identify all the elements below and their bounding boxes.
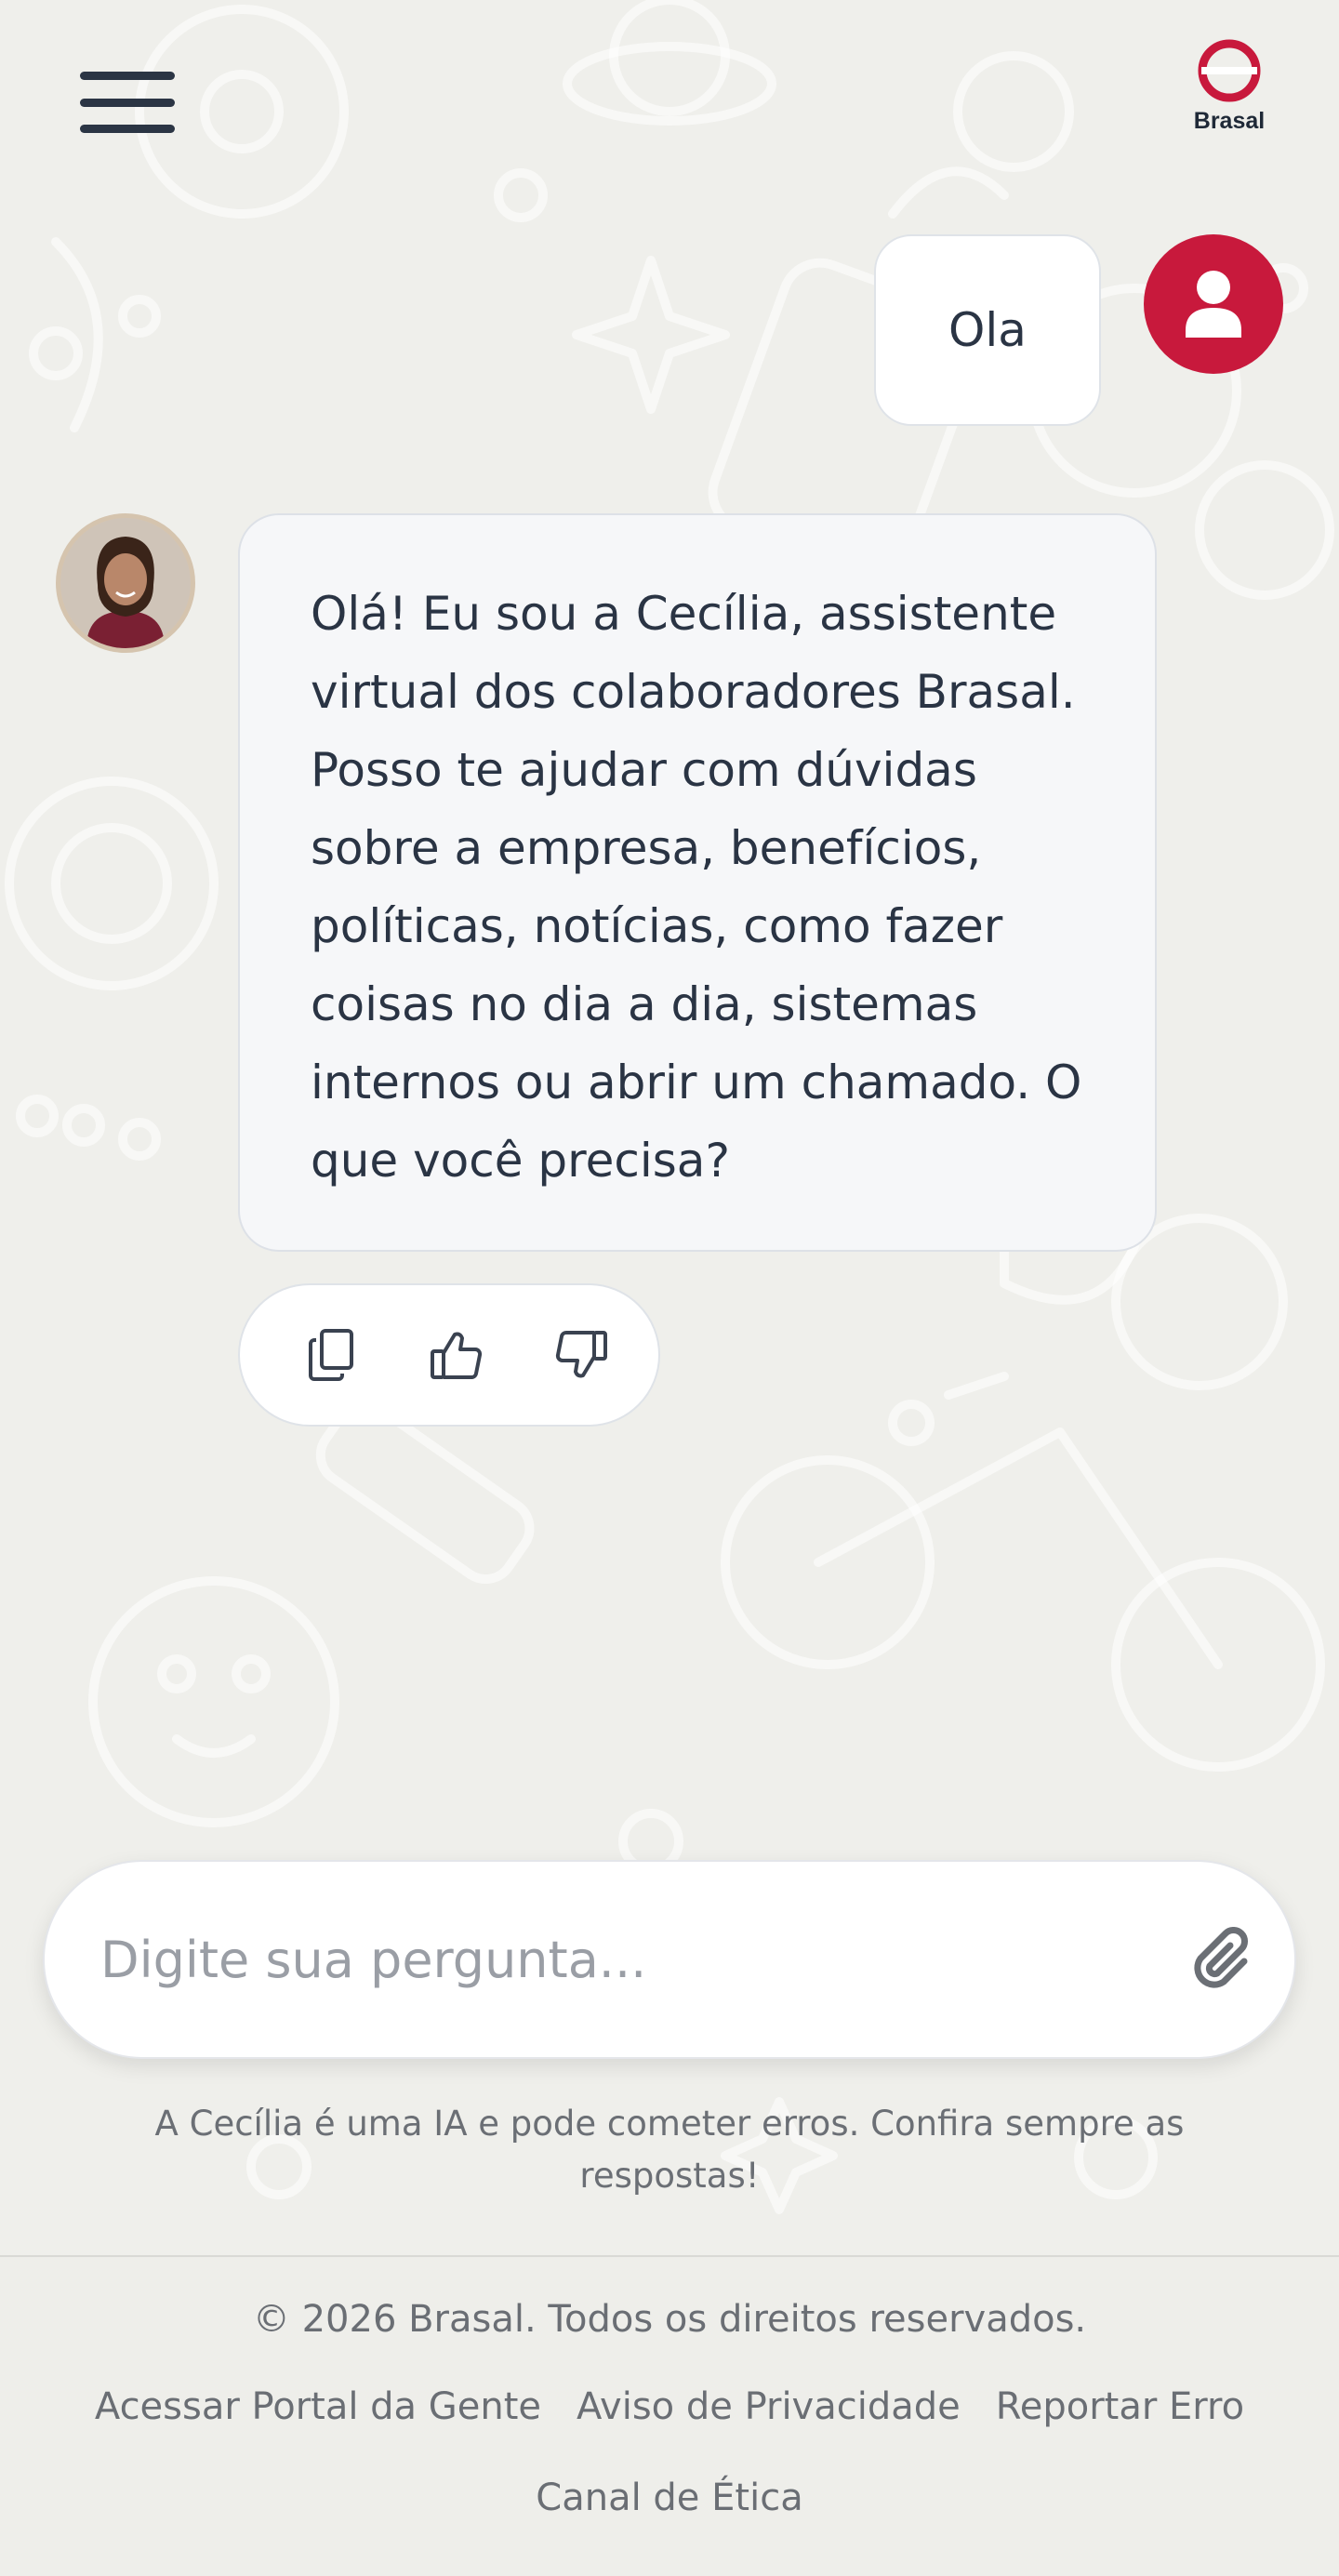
header: Brasal xyxy=(0,0,1339,167)
dislike-button[interactable] xyxy=(549,1322,614,1388)
thumbs-up-icon xyxy=(431,1332,483,1379)
question-input-bar xyxy=(43,1860,1296,2059)
paperclip-icon xyxy=(1194,1927,1248,1988)
user-message-row: Ola xyxy=(874,234,1283,426)
link-reportar-erro[interactable]: Reportar Erro xyxy=(996,2382,1244,2432)
brasal-logo[interactable]: Brasal xyxy=(1183,37,1276,139)
user-icon xyxy=(1186,271,1241,338)
menu-bar xyxy=(80,98,175,107)
copy-icon xyxy=(309,1329,353,1381)
user-message-text: Ola xyxy=(948,303,1027,357)
logo-text: Brasal xyxy=(1193,108,1266,134)
bot-message-text: Olá! Eu sou a Cecília, assistente virtua… xyxy=(311,587,1082,1188)
copy-button[interactable] xyxy=(299,1322,365,1388)
thumbs-down-icon xyxy=(555,1331,607,1378)
copyright-text: © 2026 Brasal. Todos os direitos reserva… xyxy=(252,2298,1087,2341)
message-actions xyxy=(238,1283,660,1427)
menu-bar xyxy=(80,125,175,133)
question-input[interactable] xyxy=(100,1930,1185,1989)
brasal-ring-logo-icon xyxy=(1198,39,1261,102)
like-button[interactable] xyxy=(424,1322,489,1388)
link-canal-de-etica[interactable]: Canal de Ética xyxy=(536,2473,802,2523)
footer-links: Acessar Portal da Gente Aviso de Privaci… xyxy=(56,2382,1283,2523)
bot-message-bubble: Olá! Eu sou a Cecília, assistente virtua… xyxy=(238,513,1157,1252)
hamburger-menu-icon[interactable] xyxy=(76,63,179,141)
attach-button[interactable] xyxy=(1185,1922,1259,1997)
link-aviso-de-privacidade[interactable]: Aviso de Privacidade xyxy=(577,2382,961,2432)
footer: © 2026 Brasal. Todos os direitos reserva… xyxy=(0,2255,1339,2576)
ai-disclaimer: A Cecília é uma IA e pode cometer erros.… xyxy=(154,2104,1185,2196)
link-portal-da-gente[interactable]: Acessar Portal da Gente xyxy=(95,2382,541,2432)
user-avatar xyxy=(1144,234,1283,374)
cecilia-avatar-photo xyxy=(60,518,191,648)
cecilia-avatar xyxy=(56,513,195,653)
user-message-bubble: Ola xyxy=(874,234,1101,426)
menu-bar xyxy=(80,72,175,80)
